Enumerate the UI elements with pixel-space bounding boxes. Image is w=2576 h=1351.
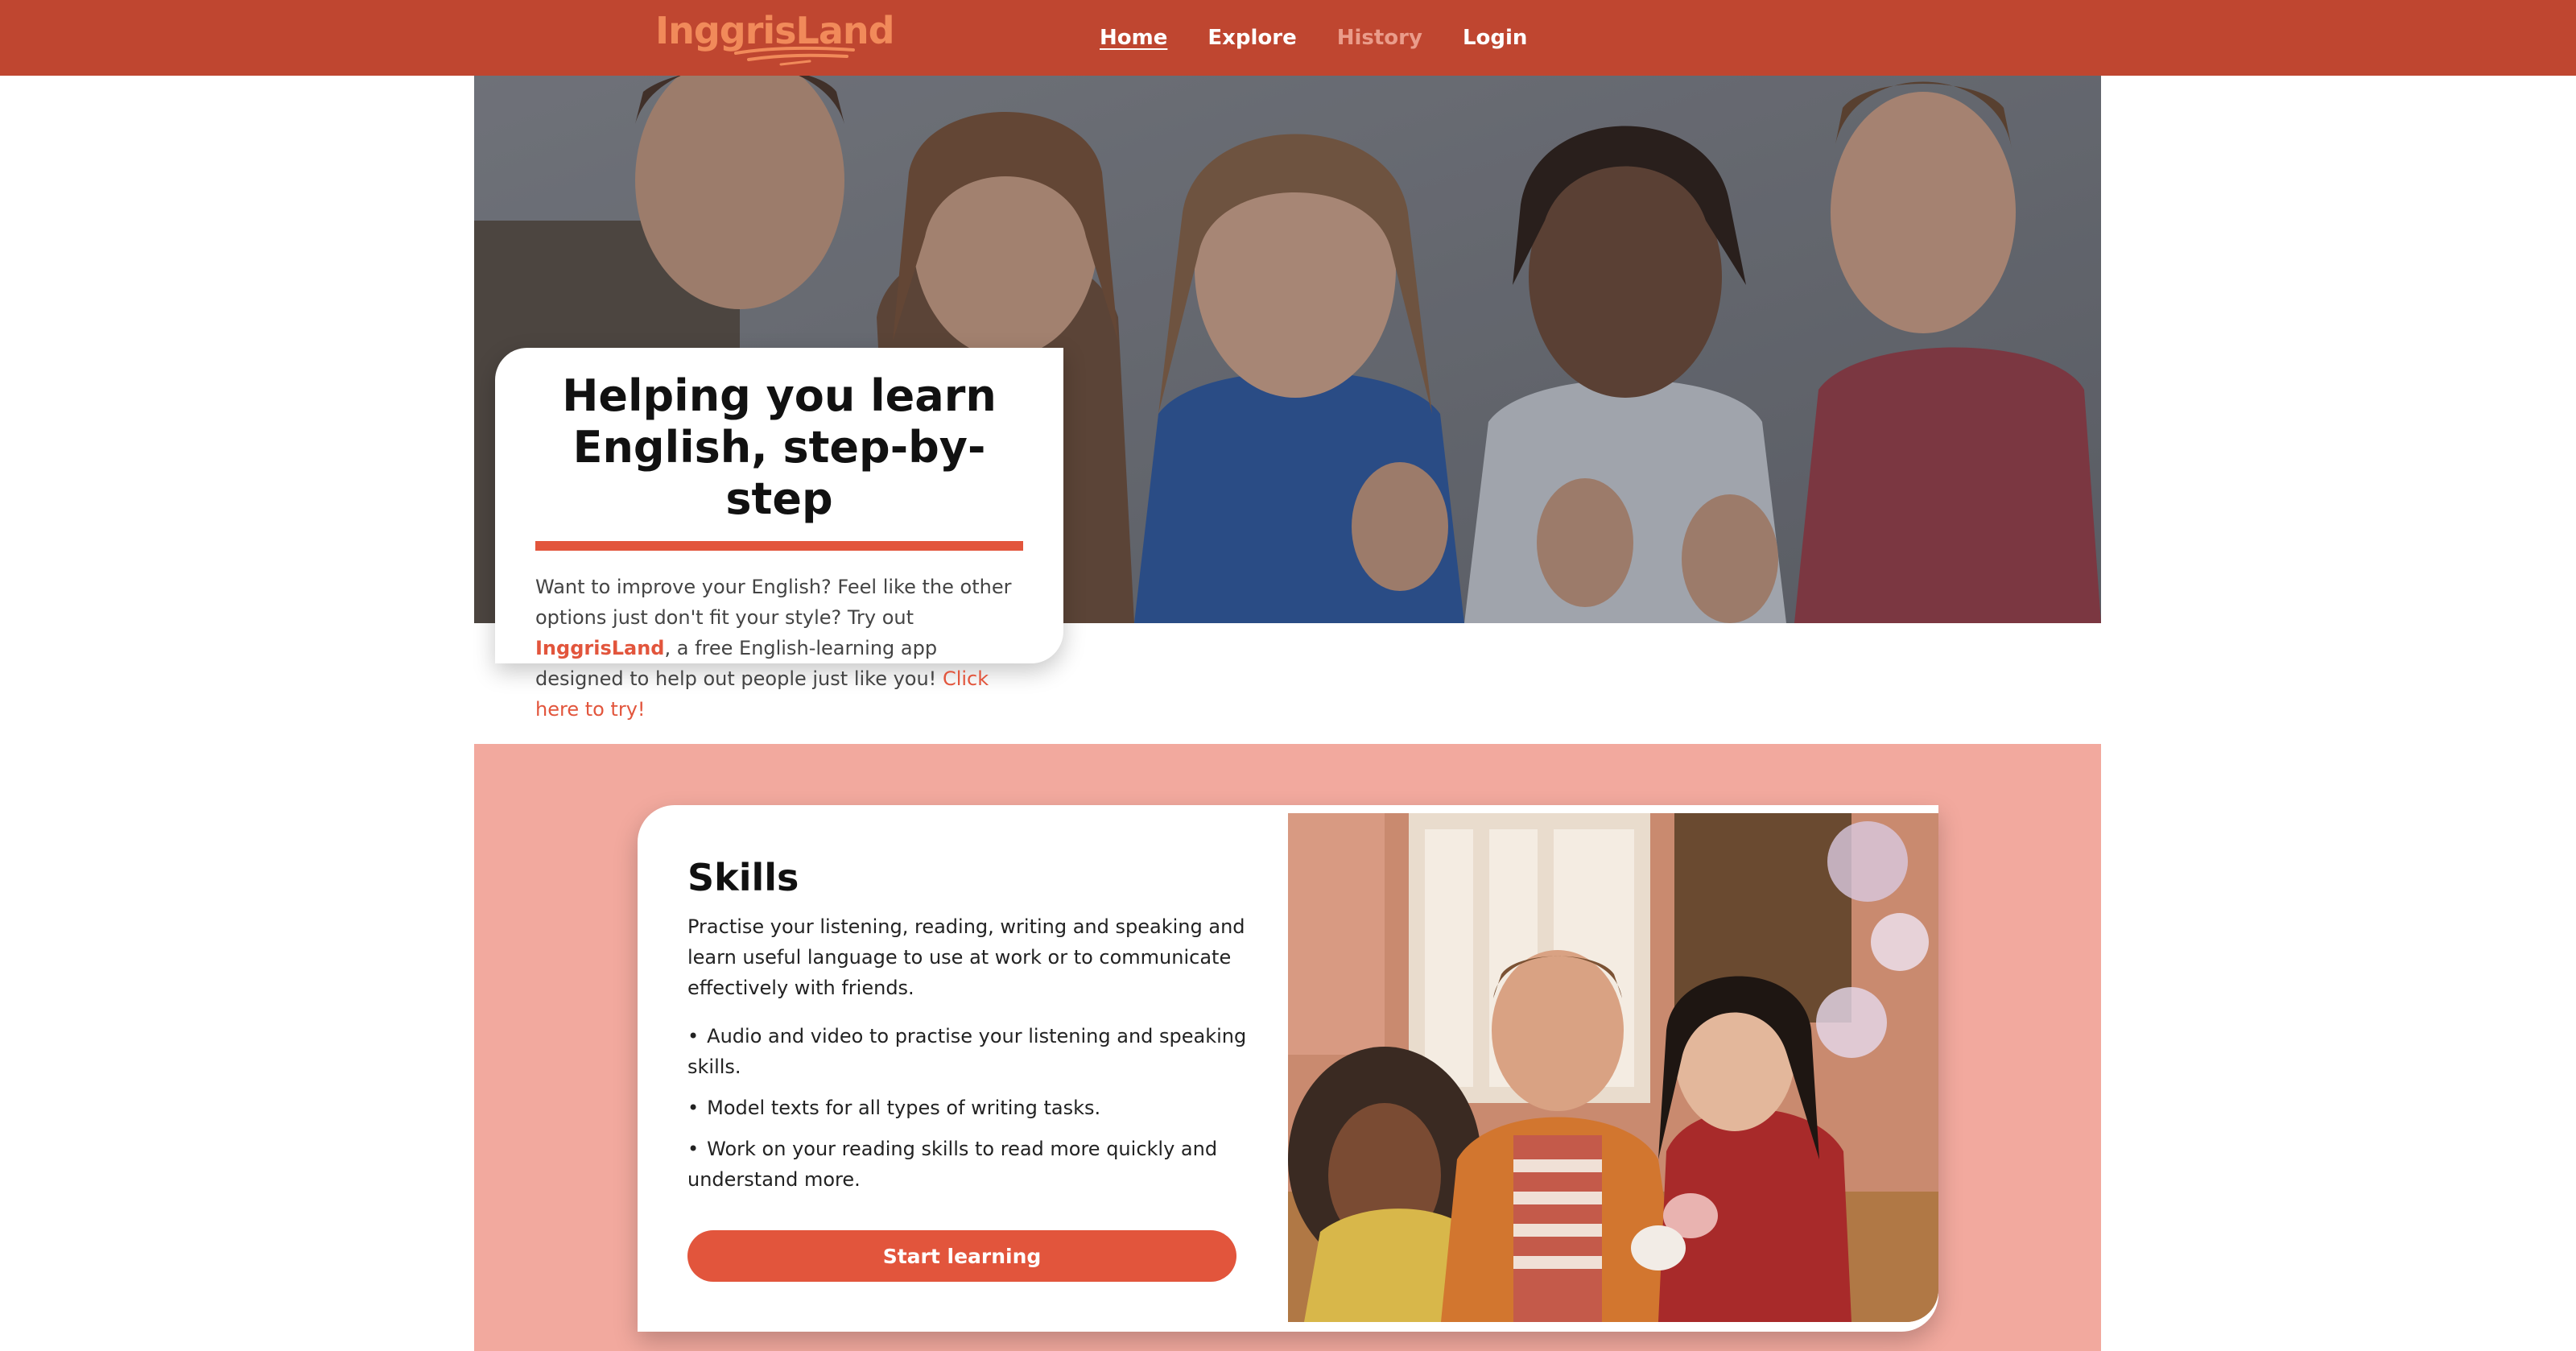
- nav-login-link[interactable]: Login: [1463, 26, 1527, 50]
- skills-photo-illustration: [1288, 813, 1938, 1322]
- hero-card: Helping you learn English, step-by-step …: [495, 348, 1063, 721]
- skills-intro: Practise your listening, reading, writin…: [687, 915, 1245, 999]
- top-navigation-bar: InggrisLand Home Explore History Login: [0, 0, 2576, 76]
- bullet-icon: •: [687, 1097, 700, 1119]
- skills-title: Skills: [687, 856, 799, 899]
- cafe-friends-photo: [1288, 813, 1938, 1322]
- nav-history-link[interactable]: History: [1337, 26, 1422, 50]
- hero-title-underline: [535, 541, 1023, 551]
- main-nav: Home Explore History Login: [1100, 0, 1567, 76]
- bullet-icon: •: [687, 1025, 700, 1047]
- hero-title: Helping you learn English, step-by-step: [562, 370, 997, 524]
- inggrisland-logo[interactable]: InggrisLand: [655, 6, 895, 66]
- bullet-icon: •: [687, 1138, 700, 1160]
- logo-swoosh-icon: [734, 46, 855, 66]
- feature-text: Model texts for all types of writing tas…: [707, 1097, 1101, 1119]
- hero-text-part-1: Want to improve your English? Feel like …: [535, 576, 1012, 629]
- hero-description: Want to improve your English? Feel like …: [535, 572, 1023, 725]
- skills-feature-item: • Work on your reading skills to read mor…: [687, 1134, 1251, 1195]
- feature-text: Work on your reading skills to read more…: [687, 1138, 1218, 1191]
- skills-feature-item: • Model texts for all types of writing ta…: [687, 1093, 1251, 1123]
- skills-feature-item: • Audio and video to practise your listen…: [687, 1021, 1251, 1082]
- start-learning-button[interactable]: Start learning: [687, 1230, 1236, 1282]
- nav-home-link[interactable]: Home: [1100, 26, 1167, 50]
- feature-text: Audio and video to practise your listeni…: [687, 1025, 1247, 1078]
- skills-content: Skills Practise your listening, reading,…: [687, 853, 1251, 1205]
- skills-feature-list: • Audio and video to practise your listen…: [687, 1021, 1251, 1195]
- skills-card: Skills Practise your listening, reading,…: [638, 805, 1938, 1332]
- nav-explore-link[interactable]: Explore: [1208, 26, 1296, 50]
- hero-brand-name: InggrisLand: [535, 637, 665, 659]
